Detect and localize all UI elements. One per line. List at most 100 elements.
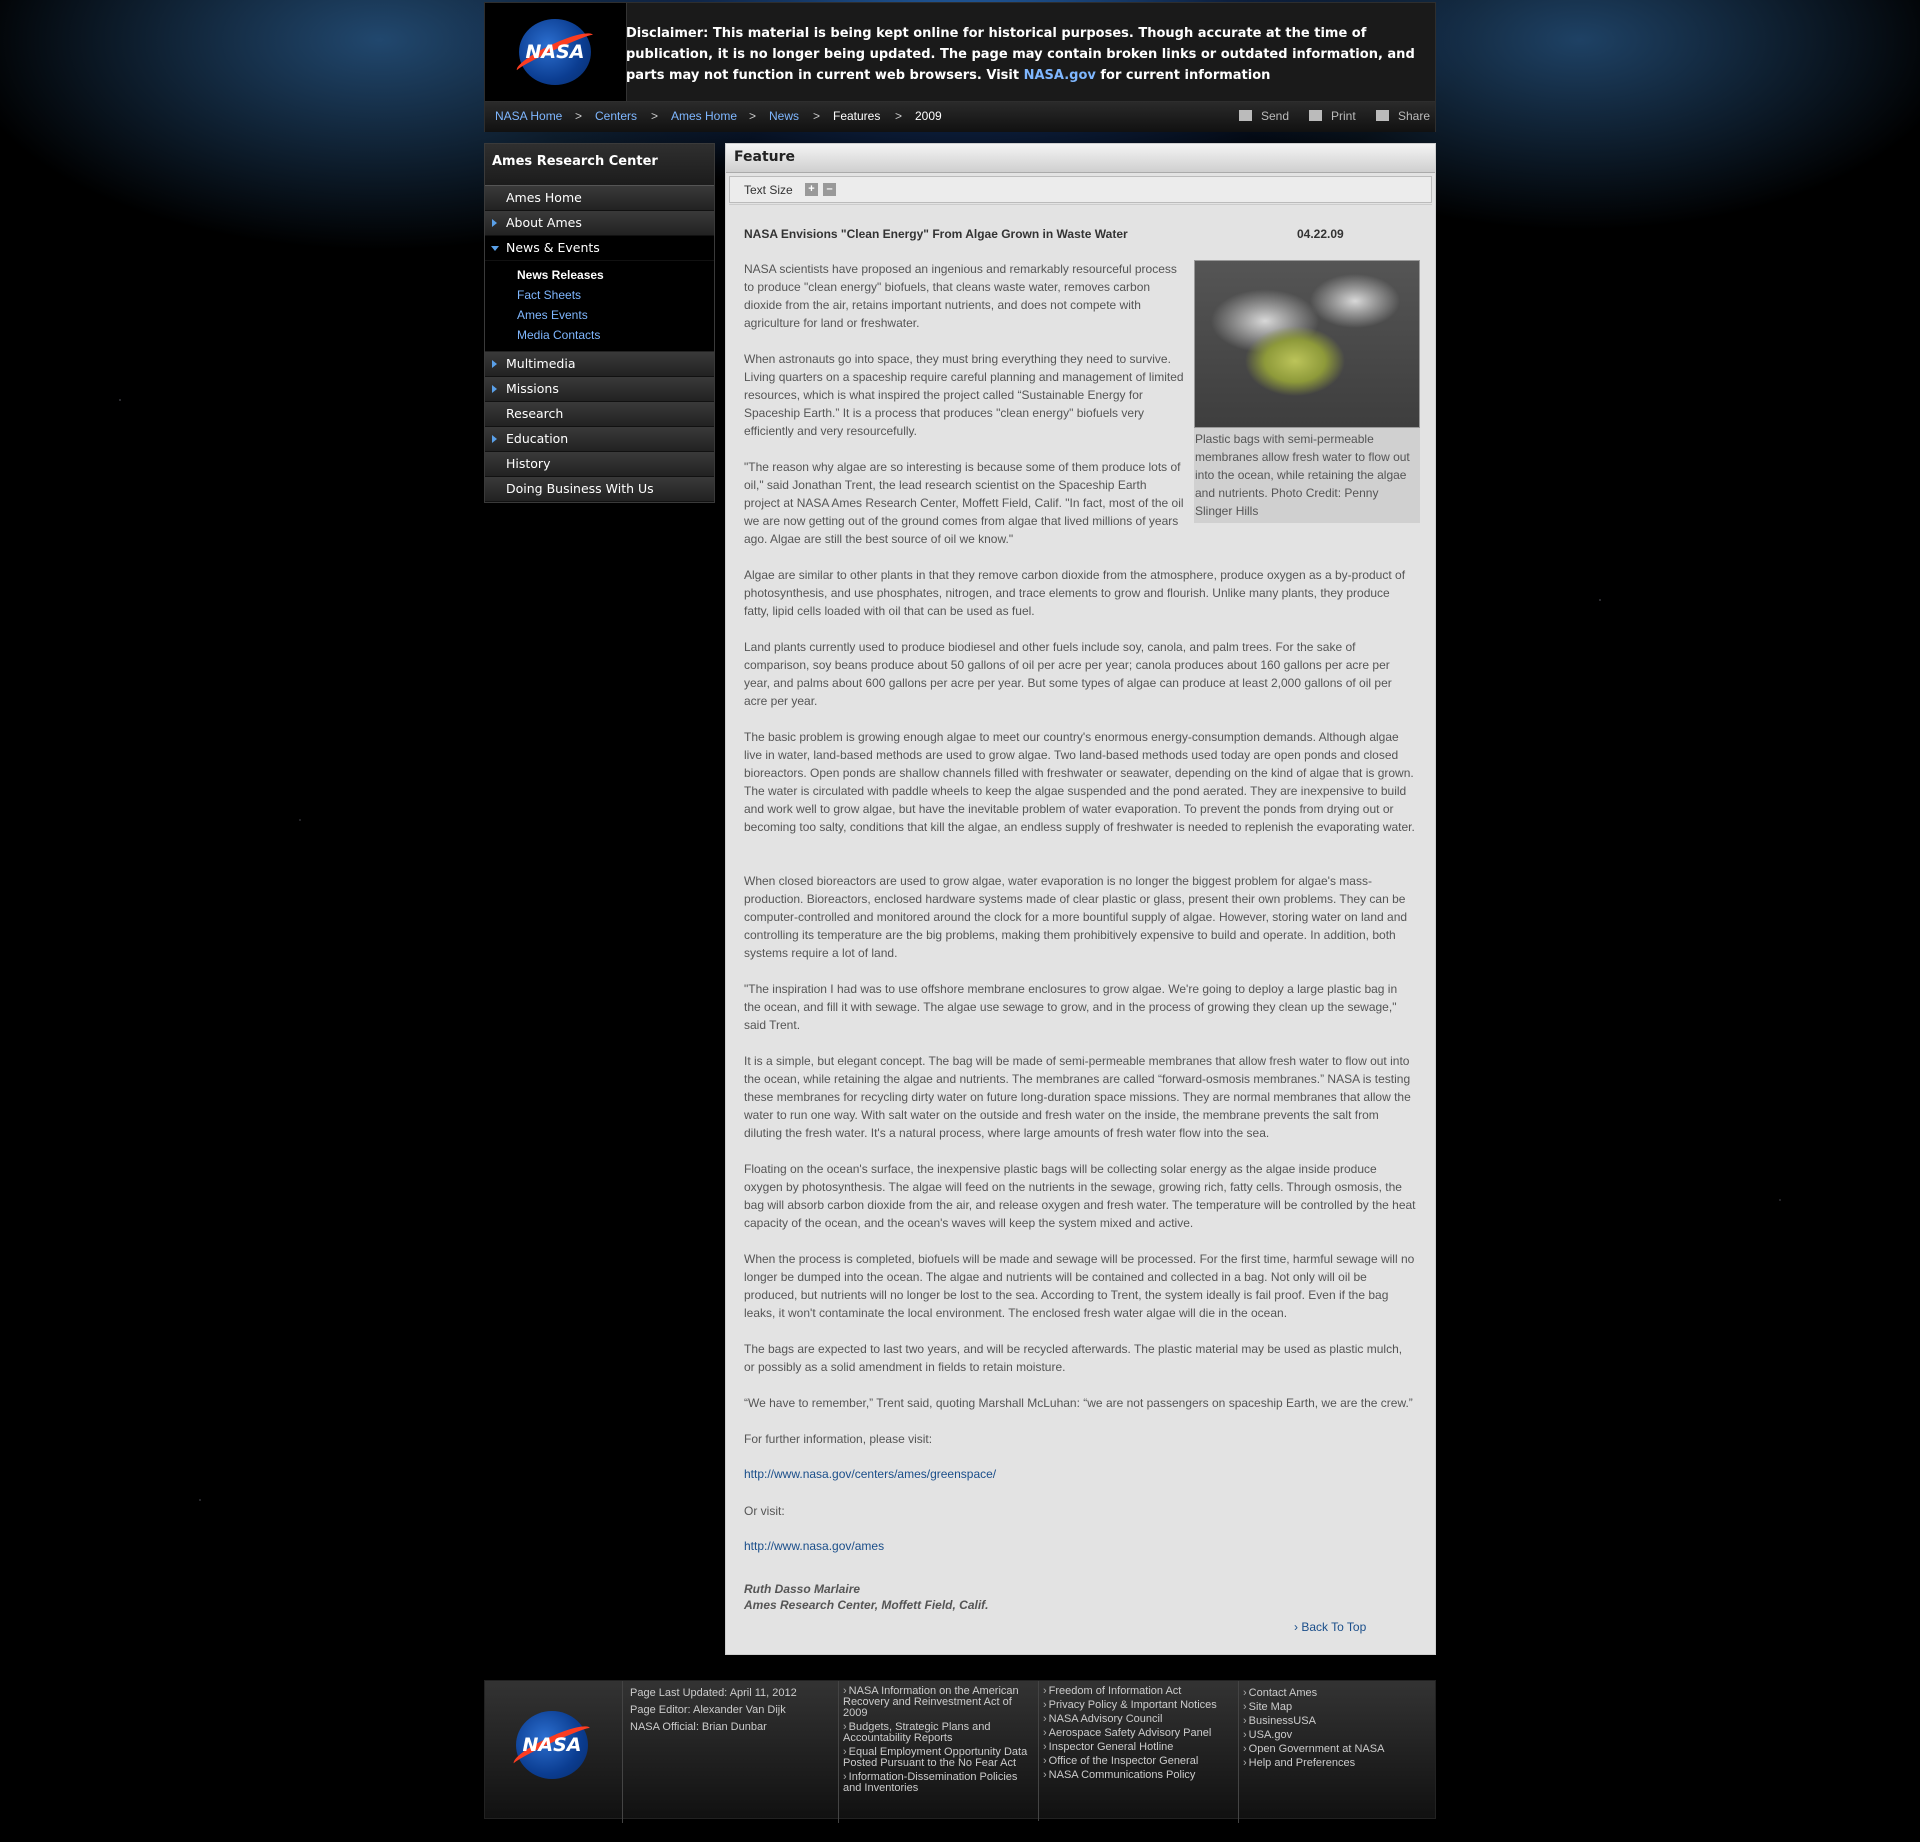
sidebar-item-news-events[interactable]: News & Events bbox=[485, 236, 714, 261]
author-name: Ruth Dasso Marlaire bbox=[744, 1582, 861, 1596]
site-footer: NASA Page Last Updated: April 11, 2012 P… bbox=[484, 1680, 1436, 1823]
breadcrumb-news[interactable]: News bbox=[769, 109, 799, 123]
back-to-top-link[interactable]: › Back To Top bbox=[1294, 1620, 1366, 1634]
footer-link-label: Aerospace Safety Advisory Panel bbox=[1048, 1727, 1212, 1739]
ames-link[interactable]: http://www.nasa.gov/ames bbox=[744, 1539, 884, 1553]
send-icon bbox=[1239, 110, 1252, 121]
nasa-logo-box[interactable]: NASA bbox=[485, 3, 627, 101]
text-size-decrease-button[interactable]: – bbox=[823, 183, 836, 196]
nasa-logo-text: NASA bbox=[525, 41, 585, 63]
share-button[interactable]: Share bbox=[1376, 109, 1430, 123]
sidebar-subitem-media-contacts[interactable]: Media Contacts bbox=[485, 325, 714, 345]
footer-link[interactable]: › Privacy Policy & Important Notices bbox=[1043, 1698, 1233, 1712]
breadcrumb: NASA Home > Centers > Ames Home > News >… bbox=[484, 102, 1436, 132]
footer-link[interactable]: › Equal Employment Opportunity Data Poste… bbox=[843, 1747, 1038, 1769]
sidebar-subitem-news-releases[interactable]: News Releases bbox=[485, 265, 714, 285]
footer-link[interactable]: › Inspector General Hotline bbox=[1043, 1740, 1233, 1754]
footer-link-label: NASA Advisory Council bbox=[1048, 1713, 1163, 1725]
article-title: NASA Envisions "Clean Energy" From Algae… bbox=[744, 227, 1128, 241]
footer-meta: Page Last Updated: April 11, 2012 Page E… bbox=[622, 1681, 830, 1823]
breadcrumb-centers[interactable]: Centers bbox=[595, 109, 637, 123]
breadcrumb-separator: > bbox=[651, 109, 659, 123]
footer-link-label: Help and Preferences bbox=[1248, 1757, 1356, 1769]
footer-link-label: Open Government at NASA bbox=[1248, 1743, 1385, 1755]
article-paragraph: It is a simple, but elegant concept. The… bbox=[744, 1054, 1411, 1140]
article-paragraph: When closed bioreactors are used to grow… bbox=[744, 874, 1408, 960]
sidebar-subitem-ames-events[interactable]: Ames Events bbox=[485, 305, 714, 325]
footer-link[interactable]: › Open Government at NASA bbox=[1243, 1742, 1433, 1756]
nasa-footer-logo-text: NASA bbox=[522, 1734, 582, 1756]
algae-bag-photo[interactable] bbox=[1194, 260, 1420, 428]
sidebar-item-history[interactable]: History bbox=[485, 452, 714, 477]
footer-link-label: Inspector General Hotline bbox=[1048, 1741, 1174, 1753]
footer-link[interactable]: › NASA Communications Policy bbox=[1043, 1768, 1233, 1782]
print-button[interactable]: Print bbox=[1309, 109, 1356, 123]
sidebar-item-multimedia[interactable]: Multimedia bbox=[485, 352, 714, 377]
footer-link[interactable]: › Freedom of Information Act bbox=[1043, 1684, 1233, 1698]
footer-link-label: USA.gov bbox=[1248, 1729, 1293, 1741]
sidebar-item-missions[interactable]: Missions bbox=[485, 377, 714, 402]
sidebar-submenu: News Releases Fact Sheets Ames Events Me… bbox=[485, 261, 714, 352]
sidebar-item-ames-home[interactable]: Ames Home bbox=[485, 186, 714, 211]
sidebar-item-label: History bbox=[506, 456, 551, 471]
breadcrumb-ames-home[interactable]: Ames Home bbox=[671, 109, 737, 123]
footer-link-label: Budgets, Strategic Plans and Accountabil… bbox=[843, 1721, 991, 1744]
footer-links-col2: › Freedom of Information Act › Privacy Pol… bbox=[1038, 1681, 1233, 1821]
footer-link[interactable]: › Contact Ames bbox=[1243, 1686, 1433, 1700]
footer-link[interactable]: › NASA Advisory Council bbox=[1043, 1712, 1233, 1726]
footer-link-label: NASA Information on the American Recover… bbox=[843, 1685, 1019, 1719]
sidebar-subitem-fact-sheets[interactable]: Fact Sheets bbox=[485, 285, 714, 305]
breadcrumb-features: Features bbox=[833, 109, 881, 123]
disclaimer-text: Disclaimer: This material is being kept … bbox=[626, 23, 1426, 86]
article-paragraph: Algae are similar to other plants in tha… bbox=[744, 568, 1406, 618]
send-button[interactable]: Send bbox=[1239, 109, 1289, 123]
text-size-bar: Text Size + – bbox=[729, 176, 1432, 203]
sidebar-item-education[interactable]: Education bbox=[485, 427, 714, 452]
chevron-right-icon bbox=[492, 360, 497, 368]
article-photo: Plastic bags with semi-permeable membran… bbox=[1194, 260, 1420, 523]
sidebar-title: Ames Research Center bbox=[485, 144, 714, 186]
feature-panel: Feature Text Size + – NASA Envisions "Cl… bbox=[725, 143, 1436, 1655]
nasa-footer-logo-icon[interactable]: NASA bbox=[510, 1711, 594, 1779]
chevron-right-icon bbox=[492, 385, 497, 393]
sidebar-item-label: Multimedia bbox=[506, 356, 576, 371]
nasa-gov-link[interactable]: NASA.gov bbox=[1024, 68, 1096, 83]
breadcrumb-separator: > bbox=[895, 109, 903, 123]
article-paragraph: "The reason why algae are so interesting… bbox=[744, 460, 1184, 546]
article-paragraph: Floating on the ocean's surface, the ine… bbox=[744, 1162, 1416, 1230]
text-size-label: Text Size bbox=[744, 183, 793, 197]
nasa-official: NASA Official: Brian Dunbar bbox=[630, 1721, 767, 1733]
share-icon bbox=[1376, 110, 1389, 121]
footer-link[interactable]: › Aerospace Safety Advisory Panel bbox=[1043, 1726, 1233, 1740]
sidebar-item-doing-business[interactable]: Doing Business With Us bbox=[485, 477, 714, 502]
footer-link[interactable]: › Site Map bbox=[1243, 1700, 1433, 1714]
footer-link[interactable]: › USA.gov bbox=[1243, 1728, 1433, 1742]
footer-link[interactable]: › Office of the Inspector General bbox=[1043, 1754, 1233, 1768]
sidebar-item-research[interactable]: Research bbox=[485, 402, 714, 427]
article-paragraph: The basic problem is growing enough alga… bbox=[744, 730, 1415, 834]
breadcrumb-nasa-home[interactable]: NASA Home bbox=[495, 109, 562, 123]
footer-link[interactable]: › Budgets, Strategic Plans and Accountabi… bbox=[843, 1722, 1038, 1744]
article-date: 04.22.09 bbox=[1297, 227, 1344, 241]
footer-link[interactable]: › Help and Preferences bbox=[1243, 1756, 1433, 1770]
disclaimer-tail: for current information bbox=[1095, 68, 1271, 83]
sidebar-item-about-ames[interactable]: About Ames bbox=[485, 211, 714, 236]
breadcrumb-separator: > bbox=[813, 109, 821, 123]
footer-link[interactable]: › BusinessUSA bbox=[1243, 1714, 1433, 1728]
footer-link-label: Site Map bbox=[1248, 1701, 1293, 1713]
page-last-updated: Page Last Updated: April 11, 2012 bbox=[630, 1687, 797, 1699]
footer-link-label: Office of the Inspector General bbox=[1048, 1755, 1199, 1767]
article-paragraph: Or visit: bbox=[744, 1504, 785, 1518]
page-editor: Page Editor: Alexander Van Dijk bbox=[630, 1704, 786, 1716]
chevron-right-icon bbox=[492, 219, 497, 227]
chevron-right-icon bbox=[492, 435, 497, 443]
disclaimer-body: Disclaimer: This material is being kept … bbox=[626, 26, 1415, 83]
greenspace-link[interactable]: http://www.nasa.gov/centers/ames/greensp… bbox=[744, 1467, 996, 1481]
footer-link-label: Privacy Policy & Important Notices bbox=[1048, 1699, 1217, 1711]
footer-link-label: BusinessUSA bbox=[1248, 1715, 1316, 1727]
footer-link[interactable]: › Information-Dissemination Policies and … bbox=[843, 1772, 1038, 1794]
footer-link[interactable]: › NASA Information on the American Recove… bbox=[843, 1686, 1038, 1719]
share-label: Share bbox=[1398, 109, 1431, 123]
text-size-increase-button[interactable]: + bbox=[805, 183, 818, 196]
article-paragraph: The bags are expected to last two years,… bbox=[744, 1342, 1403, 1374]
